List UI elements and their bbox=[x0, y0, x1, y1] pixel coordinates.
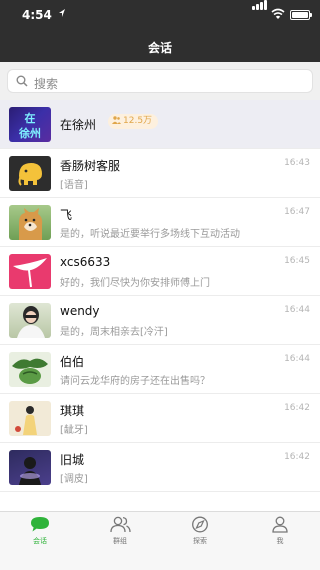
search-bar: 搜索 bbox=[0, 62, 320, 100]
chat-name: 香肠树客服 bbox=[60, 159, 121, 173]
status-time: 4:54 bbox=[22, 8, 52, 22]
chat-preview: [调皮] bbox=[60, 474, 88, 485]
battery-icon bbox=[290, 10, 312, 20]
chat-row[interactable]: 琪琪 [龇牙] 16:42 bbox=[0, 394, 320, 443]
chat-list: 在 徐州 在徐州 12.5万 香肠树客服 [语音] 16:43 飞 是的，听说最… bbox=[0, 100, 320, 492]
location-arrow-icon bbox=[59, 9, 65, 17]
svg-text:在: 在 bbox=[25, 111, 36, 125]
status-bar: 4:54 bbox=[0, 0, 320, 30]
tab-explore[interactable]: 探索 bbox=[170, 516, 230, 556]
avatar-bobo bbox=[9, 352, 51, 387]
group-icon bbox=[110, 516, 131, 533]
nav-bar: 会话 bbox=[0, 30, 320, 62]
chat-time: 16:45 bbox=[284, 256, 310, 266]
compass-icon bbox=[192, 516, 208, 533]
avatar-pink bbox=[9, 254, 51, 289]
chat-row[interactable]: wendy 是的，周末相亲去[冷汗] 16:44 bbox=[0, 296, 320, 345]
tab-label: 探索 bbox=[193, 537, 207, 545]
chat-name: xcs6633 bbox=[60, 255, 111, 269]
chat-time: 16:47 bbox=[284, 207, 310, 217]
chat-name: 在徐州 bbox=[60, 118, 97, 132]
search-icon bbox=[16, 75, 28, 87]
avatar-wendy bbox=[9, 303, 51, 338]
chat-time: 16:42 bbox=[284, 452, 310, 462]
search-placeholder: 搜索 bbox=[34, 77, 59, 91]
svg-text:徐州: 徐州 bbox=[18, 126, 41, 140]
tab-groups[interactable]: 群组 bbox=[90, 516, 150, 556]
chat-name: 琪琪 bbox=[60, 404, 85, 418]
page-title: 会话 bbox=[147, 41, 172, 55]
tab-label: 会话 bbox=[33, 537, 47, 545]
avatar-zaixuzhou: 在 徐州 bbox=[9, 107, 51, 142]
chat-time: 16:44 bbox=[284, 354, 310, 364]
tab-chats[interactable]: 会话 bbox=[10, 516, 70, 556]
chat-name: wendy bbox=[60, 304, 100, 318]
chat-row[interactable]: 飞 是的，听说最近要举行多场线下互动活动 16:47 bbox=[0, 198, 320, 247]
avatar-dog bbox=[9, 205, 51, 240]
avatar-elephant bbox=[9, 156, 51, 191]
chat-time: 16:44 bbox=[284, 305, 310, 315]
chat-bubble-icon bbox=[31, 517, 49, 532]
chat-row[interactable]: 在 徐州 在徐州 12.5万 bbox=[0, 100, 320, 149]
chat-preview: 好的，我们尽快为你安排师傅上门 bbox=[60, 278, 210, 289]
chat-time: 16:42 bbox=[284, 403, 310, 413]
tab-label: 群组 bbox=[113, 537, 127, 545]
chat-name: 旧城 bbox=[60, 453, 85, 467]
chat-preview: 是的，听说最近要举行多场线下互动活动 bbox=[60, 229, 240, 240]
chat-preview: [龇牙] bbox=[60, 425, 88, 436]
chat-row[interactable]: 伯伯 请问云龙华府的房子还在出售吗？ 16:44 bbox=[0, 345, 320, 394]
chat-name: 飞 bbox=[60, 208, 73, 222]
chat-preview: 是的，周末相亲去[冷汗] bbox=[60, 327, 168, 338]
person-icon bbox=[272, 516, 288, 533]
chat-row[interactable]: xcs6633 好的，我们尽快为你安排师傅上门 16:45 bbox=[0, 247, 320, 296]
members-icon bbox=[112, 116, 121, 124]
tab-label: 我 bbox=[276, 537, 284, 545]
chat-preview: 请问云龙华府的房子还在出售吗？ bbox=[60, 376, 210, 387]
chat-preview: [语音] bbox=[60, 180, 88, 191]
chat-name: 伯伯 bbox=[60, 355, 85, 369]
search-input[interactable]: 搜索 bbox=[7, 69, 313, 93]
chat-time: 16:43 bbox=[284, 158, 310, 168]
member-count: 12.5万 bbox=[123, 116, 153, 126]
wifi-icon bbox=[271, 8, 285, 19]
avatar-jiucheng bbox=[9, 450, 51, 485]
chat-row[interactable]: 旧城 [调皮] 16:42 bbox=[0, 443, 320, 492]
tab-me[interactable]: 我 bbox=[250, 516, 310, 556]
tab-bar: 会话 群组 探索 我 bbox=[0, 511, 320, 570]
chat-row[interactable]: 香肠树客服 [语音] 16:43 bbox=[0, 149, 320, 198]
member-count-badge: 12.5万 bbox=[108, 114, 159, 129]
avatar-qiqi bbox=[9, 401, 51, 436]
